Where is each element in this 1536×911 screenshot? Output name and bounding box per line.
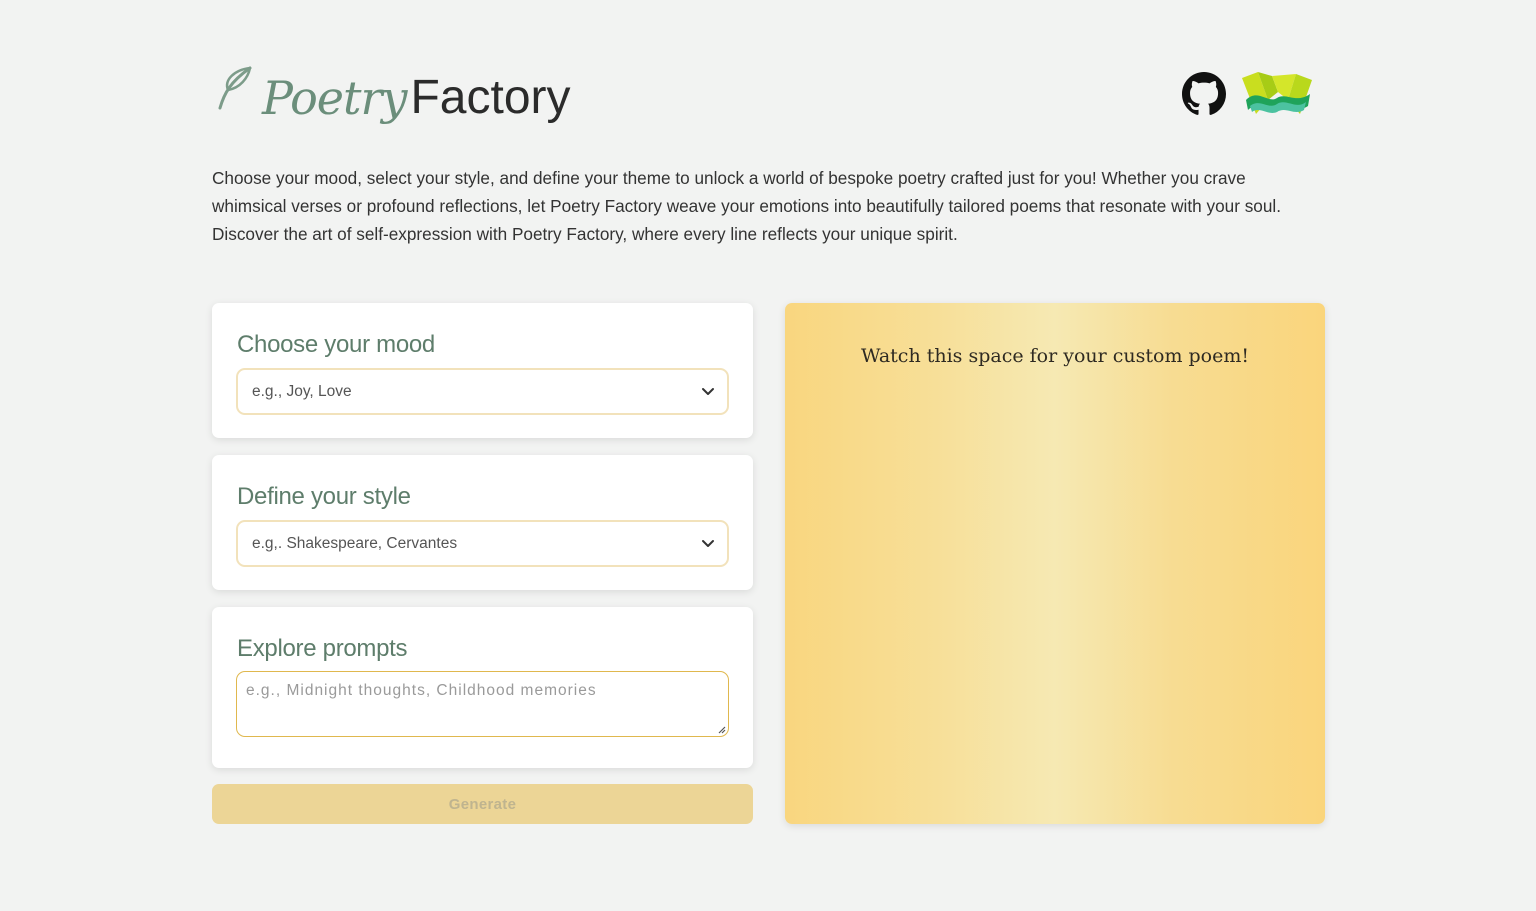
brand-logo[interactable]: Poetry Factory [214,64,571,128]
chevron-down-icon [702,388,714,395]
feather-icon [218,66,252,110]
prompts-card: Explore prompts e.g., Midnight thoughts,… [212,607,753,768]
poem-placeholder: Watch this space for your custom poem! [860,345,1250,367]
header-icons [1182,70,1316,118]
github-icon[interactable] [1182,72,1226,116]
page: Poetry Factory Choose your mood, select … [0,0,1536,911]
mood-select-placeholder: e.g., Joy, Love [252,382,352,400]
poem-output-panel: Watch this space for your custom poem! [785,303,1325,824]
mood-card: Choose your mood e.g., Joy, Love [212,303,753,438]
prompts-textarea[interactable]: e.g., Midnight thoughts, Childhood memor… [236,671,729,737]
style-card: Define your style e.g,. Shakespeare, Cer… [212,455,753,590]
mood-select[interactable]: e.g., Joy, Love [236,368,729,415]
chevron-down-icon [702,540,714,547]
app-logo-icon[interactable] [1238,70,1316,118]
style-title: Define your style [237,483,411,510]
brand-name-plain: Factory [410,71,571,124]
brand-name-italic: Poetry [262,71,407,125]
resize-grip-icon[interactable] [716,724,726,734]
style-select-placeholder: e.g,. Shakespeare, Cervantes [252,534,458,552]
style-select[interactable]: e.g,. Shakespeare, Cervantes [236,520,729,567]
intro-text: Choose your mood, select your style, and… [212,168,1281,244]
mood-title: Choose your mood [237,331,435,358]
prompts-placeholder: e.g., Midnight thoughts, Childhood memor… [246,682,597,699]
generate-button[interactable]: Generate [212,784,753,824]
prompts-title: Explore prompts [237,635,408,662]
